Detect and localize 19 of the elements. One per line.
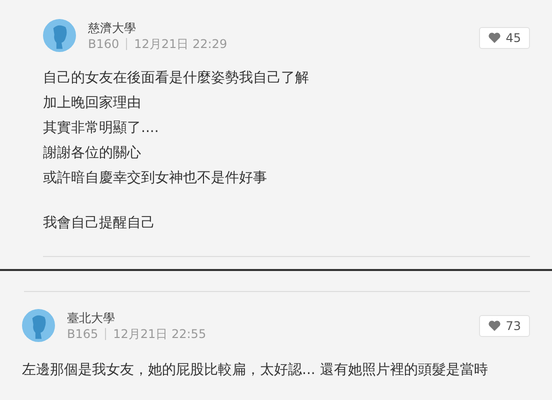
comment-text: 我會自己提醒自己 (43, 214, 156, 233)
school-name: 臺北大學 (67, 310, 116, 326)
comment-text: 左邊那個是我女友，她的屁股比較扁，太好認... 還有她照片裡的頭髮是當時 (22, 361, 489, 380)
post-time: 12月21日 22:29 (134, 36, 228, 52)
like-button[interactable]: 73 (478, 314, 530, 336)
heart-icon (488, 32, 501, 43)
comment-text: 謝謝各位的關心 (43, 144, 142, 163)
heart-icon (488, 320, 501, 331)
avatar-icon (43, 19, 76, 52)
post-time: 12月21日 22:55 (113, 326, 206, 342)
comment-text: 或許暗自慶幸交到女神也不是件好事 (43, 169, 268, 188)
comment-text: 自己的女友在後面看是什麼姿勢我自己了解 (43, 69, 310, 88)
school-name: 慈濟大學 (88, 20, 137, 36)
floor-number: B160 (88, 36, 120, 52)
comment-text: 加上晚回家理由 (43, 94, 142, 113)
avatar-icon (22, 309, 55, 342)
floor-number: B165 (67, 326, 98, 342)
like-button[interactable]: 45 (478, 26, 530, 48)
comment-text: 其實非常明顯了.... (43, 119, 160, 138)
